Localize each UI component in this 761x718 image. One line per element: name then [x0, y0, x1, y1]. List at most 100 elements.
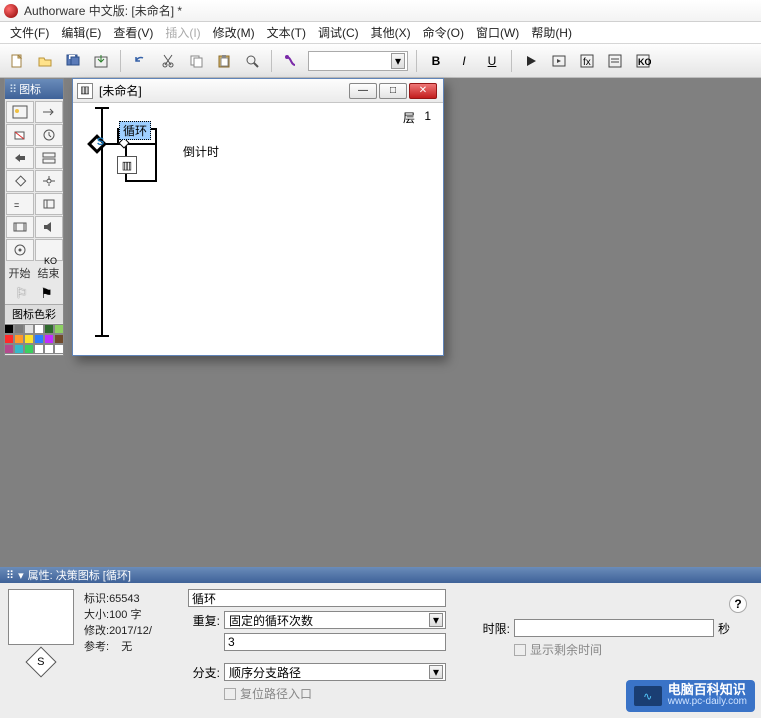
- color-swatch[interactable]: [54, 344, 64, 354]
- color-swatch[interactable]: [14, 344, 24, 354]
- menu-view[interactable]: 查看(V): [107, 22, 159, 43]
- loop-label[interactable]: 循环: [119, 121, 151, 140]
- maximize-button[interactable]: □: [379, 83, 407, 99]
- start-label: 开始: [9, 265, 31, 281]
- design-title-bar[interactable]: ▥ [未命名] — □ ✕: [73, 79, 443, 103]
- wait-icon[interactable]: [35, 124, 63, 146]
- cut-button[interactable]: [157, 50, 179, 72]
- flowline-start: [95, 107, 109, 109]
- erase-icon[interactable]: [6, 124, 34, 146]
- color-title: 图标色彩: [5, 304, 63, 323]
- underline-button[interactable]: U: [481, 50, 503, 72]
- icon-palette[interactable]: ⠿ 图标 = KO 开始 结束 ⚐ ⚑ 图标色彩: [4, 78, 64, 356]
- design-window[interactable]: ▥ [未命名] — □ ✕ 层 1 S 循环 ▥ 倒计时: [72, 78, 444, 356]
- menu-other[interactable]: 其他(X): [365, 22, 417, 43]
- time-input[interactable]: [514, 619, 714, 637]
- reset-label: 复位路径入口: [240, 685, 312, 702]
- show-remaining-checkbox[interactable]: [514, 644, 526, 656]
- menu-modify[interactable]: 修改(M): [207, 22, 261, 43]
- menu-text[interactable]: 文本(T): [261, 22, 312, 43]
- countdown-label[interactable]: 倒计时: [183, 143, 219, 160]
- sound-icon[interactable]: [35, 216, 63, 238]
- save-all-button[interactable]: [62, 50, 84, 72]
- end-flag-icon[interactable]: ⚑: [40, 285, 53, 302]
- color-swatch[interactable]: [44, 324, 54, 334]
- knowledge-button[interactable]: KO: [632, 50, 654, 72]
- open-button[interactable]: [34, 50, 56, 72]
- color-swatch[interactable]: [4, 334, 14, 344]
- menu-window[interactable]: 窗口(W): [470, 22, 525, 43]
- menu-file[interactable]: 文件(F): [4, 22, 55, 43]
- chevron-down-icon[interactable]: ▾: [429, 613, 443, 627]
- color-swatch[interactable]: [4, 344, 14, 354]
- layer-value: 1: [424, 109, 431, 123]
- new-button[interactable]: [6, 50, 28, 72]
- help-button[interactable]: ?: [729, 595, 747, 613]
- paste-button[interactable]: [213, 50, 235, 72]
- bold-button[interactable]: B: [425, 50, 447, 72]
- color-swatch[interactable]: [14, 324, 24, 334]
- palette-title[interactable]: ⠿ 图标: [5, 79, 63, 99]
- reset-checkbox[interactable]: [224, 688, 236, 700]
- color-swatch[interactable]: [54, 324, 64, 334]
- color-swatch[interactable]: [14, 334, 24, 344]
- layer-label: 层: [403, 109, 415, 126]
- color-swatch[interactable]: [4, 324, 14, 334]
- preview-box: [8, 589, 74, 645]
- decision-icon[interactable]: [6, 170, 34, 192]
- repeat-dropdown[interactable]: 固定的循环次数▾: [224, 611, 446, 629]
- color-swatch[interactable]: [54, 334, 64, 344]
- color-swatch[interactable]: [24, 334, 34, 344]
- motion-icon[interactable]: [35, 101, 63, 123]
- map-icon-node[interactable]: ▥: [117, 156, 137, 174]
- grip-icon: ⠿: [6, 569, 14, 582]
- menu-debug[interactable]: 调试(C): [312, 22, 365, 43]
- knowledge-object-icon[interactable]: KO: [35, 239, 63, 261]
- map-tool-icon[interactable]: [35, 193, 63, 215]
- find-button[interactable]: [241, 50, 263, 72]
- menu-edit[interactable]: 编辑(E): [55, 22, 107, 43]
- navigate-icon[interactable]: [6, 147, 34, 169]
- chevron-down-icon[interactable]: ▾: [429, 665, 443, 679]
- preview-decision-icon[interactable]: S: [25, 646, 56, 677]
- color-swatch[interactable]: [44, 334, 54, 344]
- repeat-label: 重复:: [188, 612, 220, 629]
- menu-help[interactable]: 帮助(H): [525, 22, 578, 43]
- style-combo[interactable]: ▾: [308, 51, 408, 71]
- menu-insert[interactable]: 插入(I): [159, 22, 206, 43]
- copy-button[interactable]: [185, 50, 207, 72]
- color-swatch[interactable]: [34, 344, 44, 354]
- style-button[interactable]: [280, 50, 302, 72]
- italic-button[interactable]: I: [453, 50, 475, 72]
- color-swatch[interactable]: [34, 324, 44, 334]
- interaction-icon[interactable]: [35, 170, 63, 192]
- color-grid: [5, 323, 63, 355]
- color-swatch[interactable]: [44, 344, 54, 354]
- start-flag-icon[interactable]: ⚐: [15, 285, 28, 302]
- minimize-button[interactable]: —: [349, 83, 377, 99]
- property-header[interactable]: ⠿ ▾ 属性: 决策图标 [循环]: [0, 567, 761, 583]
- movie-icon[interactable]: [6, 216, 34, 238]
- calculation-icon[interactable]: =: [6, 193, 34, 215]
- functions-button[interactable]: fx: [576, 50, 598, 72]
- run-button[interactable]: [520, 50, 542, 72]
- color-swatch[interactable]: [24, 324, 34, 334]
- import-button[interactable]: [90, 50, 112, 72]
- color-swatch[interactable]: [24, 344, 34, 354]
- close-button[interactable]: ✕: [409, 83, 437, 99]
- framework-icon[interactable]: [35, 147, 63, 169]
- color-swatch[interactable]: [34, 334, 44, 344]
- svg-text:KO: KO: [638, 57, 651, 67]
- design-body[interactable]: 层 1 S 循环 ▥ 倒计时: [73, 103, 443, 355]
- branch-dropdown[interactable]: 顺序分支路径▾: [224, 663, 446, 681]
- menu-command[interactable]: 命令(O): [417, 22, 470, 43]
- control-panel-button[interactable]: [548, 50, 570, 72]
- dvd-icon[interactable]: [6, 239, 34, 261]
- repeat-count-input[interactable]: [224, 633, 446, 651]
- watermark-icon: ∿: [634, 686, 662, 706]
- display-icon[interactable]: [6, 101, 34, 123]
- chevron-down-icon[interactable]: ▾: [391, 53, 405, 69]
- name-input[interactable]: [188, 589, 446, 607]
- undo-button[interactable]: [129, 50, 151, 72]
- variables-button[interactable]: [604, 50, 626, 72]
